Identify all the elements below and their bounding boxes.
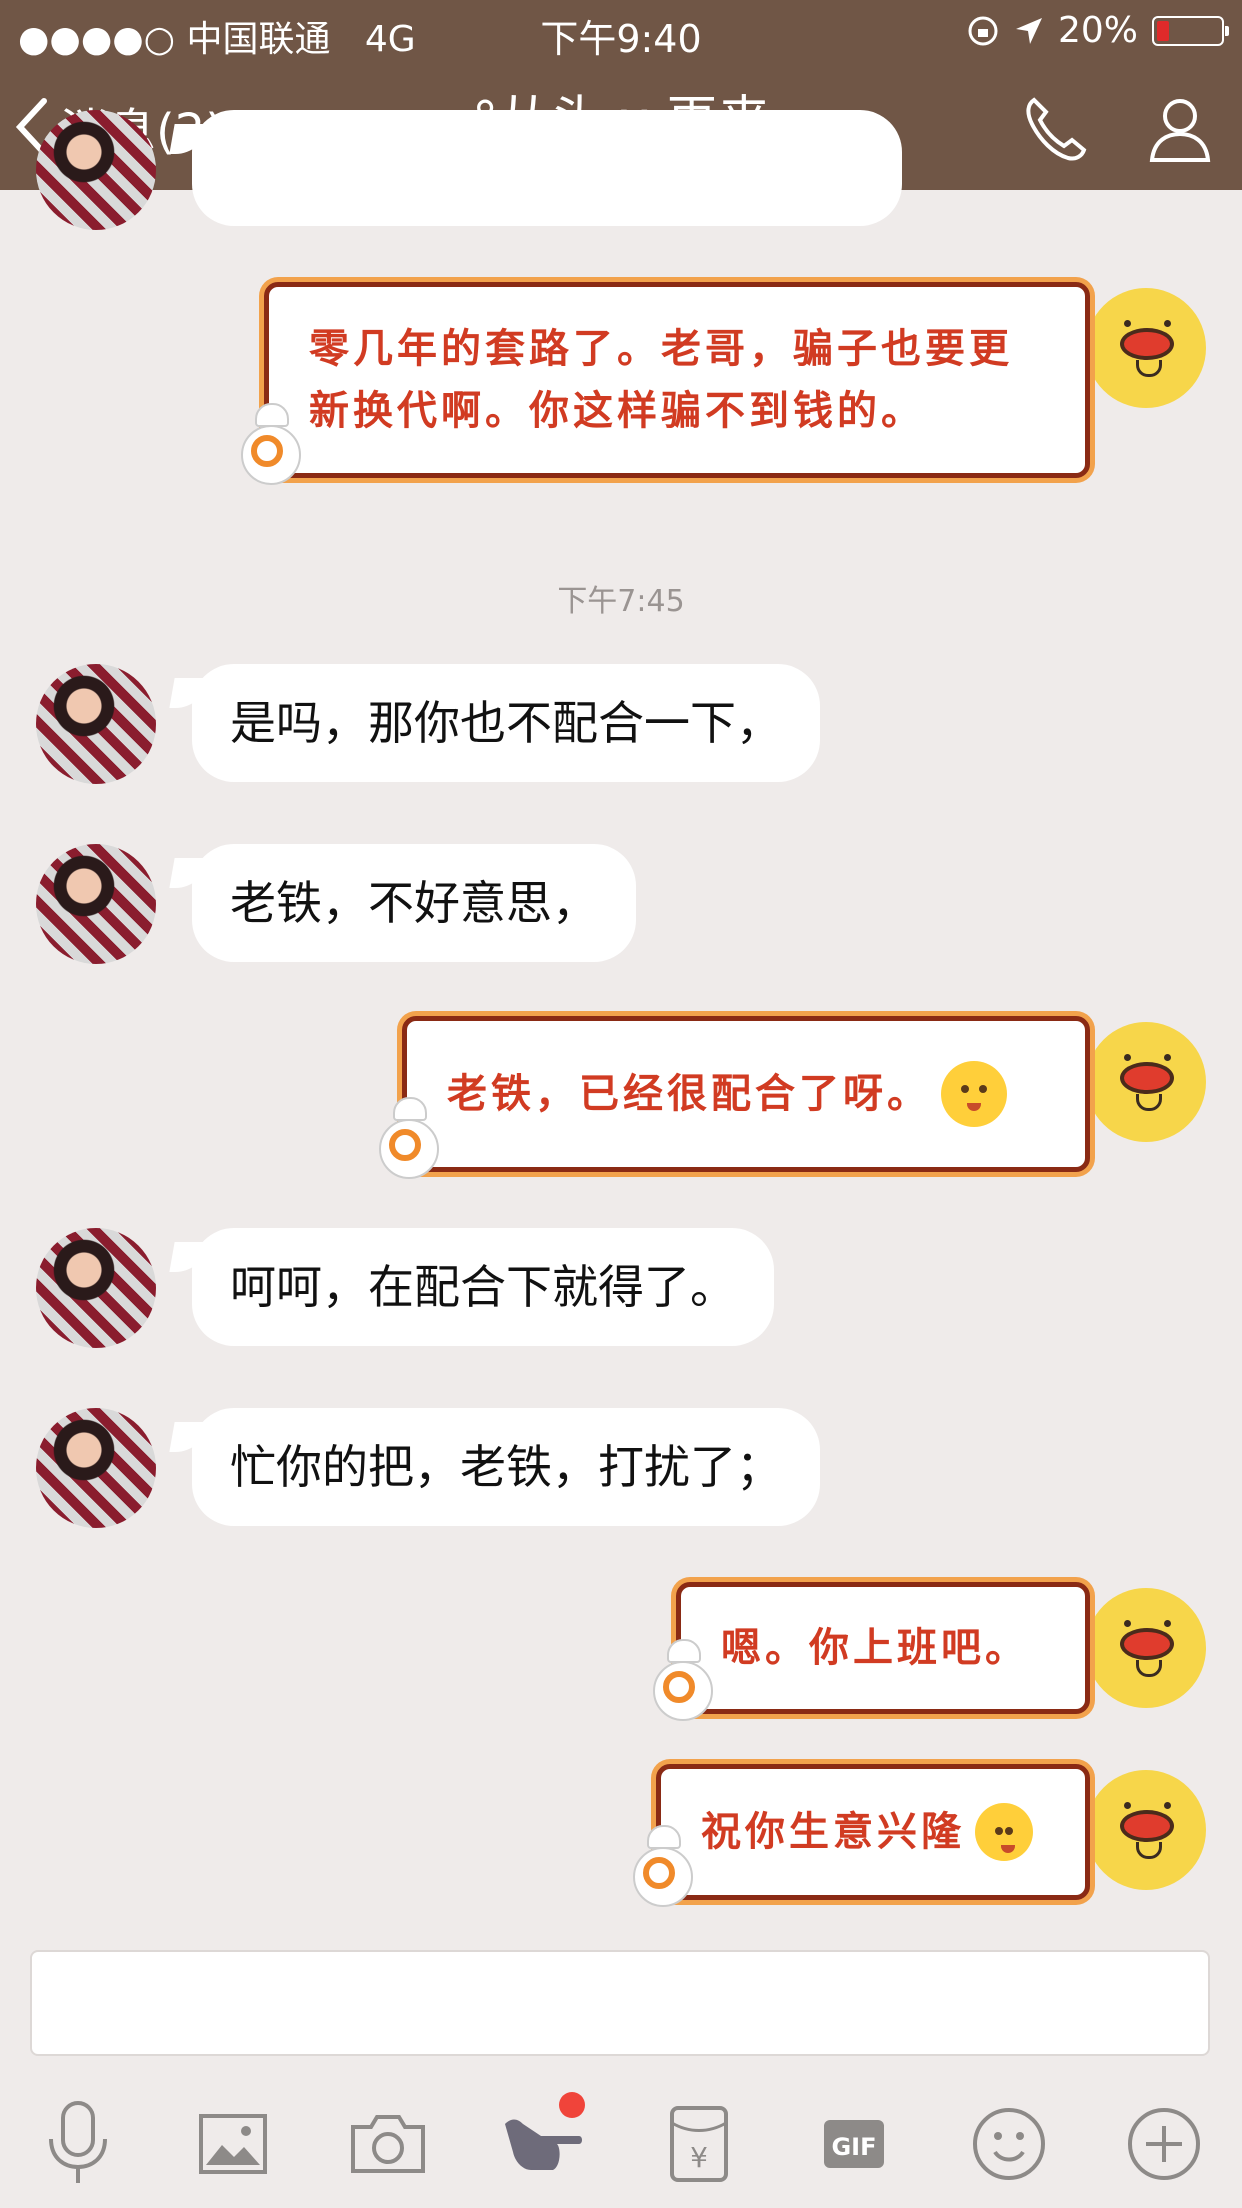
peer-avatar[interactable] — [36, 1408, 156, 1528]
input-toolbar: ¥ GIF — [0, 2080, 1242, 2208]
message-text: 老铁，已经很配合了呀。 — [447, 1070, 931, 1117]
profile-icon[interactable] — [1144, 92, 1216, 164]
bb8-sticker-icon — [241, 403, 301, 489]
emoji-button[interactable] — [961, 2096, 1057, 2192]
message-text: 零几年的套路了。老哥，骗子也要更新换代啊。你这样骗不到钱的。 — [309, 325, 1013, 434]
peer-message-bubble[interactable]: 是吗，那你也不配合一下， — [192, 664, 820, 782]
photo-button[interactable] — [185, 2096, 281, 2192]
gif-button[interactable]: GIF — [806, 2096, 902, 2192]
svg-text:¥: ¥ — [690, 2141, 708, 2174]
message-input[interactable] — [30, 1950, 1210, 2056]
timestamp: 下午7:45 — [557, 584, 685, 619]
camera-button[interactable] — [340, 2096, 436, 2192]
emoji-icon — [973, 2108, 1046, 2180]
pleading-face-icon — [941, 1061, 1007, 1127]
self-message-bubble[interactable]: 嗯。你上班吧。 — [653, 1582, 1090, 1721]
peer-bubble-partial — [192, 110, 902, 226]
microphone-icon — [48, 2101, 107, 2183]
self-message-bubble[interactable]: 老铁，已经很配合了呀。 — [379, 1016, 1090, 1179]
self-message-bubble[interactable]: 祝你生意兴隆 — [633, 1764, 1090, 1907]
status-bar: ●●●●○ 中国联通 4G 下午9:40 20% — [0, 0, 1242, 62]
battery-percent: 20% — [1057, 10, 1138, 51]
self-message-bubble[interactable]: 零几年的套路了。老哥，骗子也要更新换代啊。你这样骗不到钱的。 — [241, 282, 1090, 485]
phone-call-icon[interactable] — [1020, 92, 1092, 164]
peer-avatar[interactable] — [36, 664, 156, 784]
tears-of-joy-icon — [975, 1803, 1033, 1861]
self-avatar[interactable] — [1086, 1588, 1206, 1708]
message-text: 嗯。你上班吧。 — [721, 1624, 1029, 1671]
self-avatar[interactable] — [1086, 1770, 1206, 1890]
voice-button[interactable] — [30, 2096, 126, 2192]
poke-button[interactable] — [495, 2092, 591, 2192]
camera-icon — [351, 2115, 426, 2173]
location-icon — [1015, 17, 1042, 44]
svg-text:GIF: GIF — [831, 2133, 876, 2161]
peer-message-bubble[interactable]: 呵呵，在配合下就得了。 — [192, 1228, 774, 1346]
more-button[interactable] — [1116, 2096, 1212, 2192]
bb8-sticker-icon — [379, 1097, 439, 1183]
red-packet-icon: ¥ — [669, 2106, 728, 2182]
peer-message-bubble[interactable]: 老铁，不好意思， — [192, 844, 636, 962]
peer-avatar[interactable] — [36, 844, 156, 964]
peer-avatar[interactable] — [36, 110, 156, 230]
self-avatar[interactable] — [1086, 1022, 1206, 1142]
poke-icon — [505, 2119, 583, 2170]
orientation-lock-icon — [968, 16, 998, 45]
plus-icon — [1128, 2108, 1201, 2180]
peer-avatar[interactable] — [36, 1228, 156, 1348]
message-text: 祝你生意兴隆 — [701, 1808, 965, 1855]
gif-icon: GIF — [823, 2120, 884, 2168]
bb8-sticker-icon — [653, 1639, 713, 1725]
red-packet-button[interactable]: ¥ — [651, 2096, 747, 2192]
peer-message-bubble[interactable]: 忙你的把，老铁，打扰了； — [192, 1408, 820, 1526]
battery-icon — [1152, 15, 1229, 46]
self-avatar[interactable] — [1086, 288, 1206, 408]
bb8-sticker-icon — [633, 1825, 693, 1911]
image-icon — [198, 2114, 267, 2174]
